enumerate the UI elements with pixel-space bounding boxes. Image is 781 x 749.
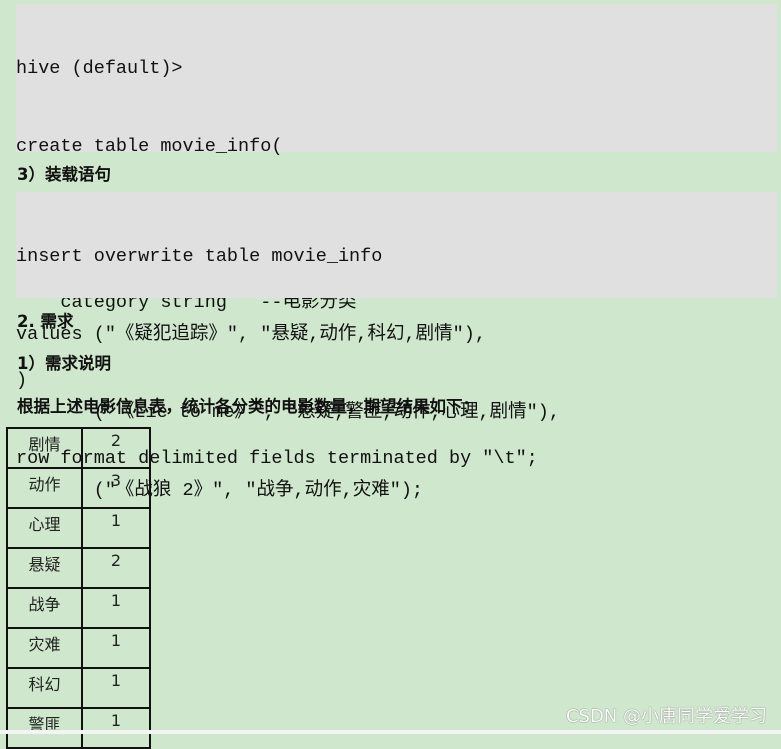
category-cell: 科幻 <box>6 667 83 709</box>
count-cell: 2 <box>81 547 151 589</box>
table-row: 心理 1 <box>6 507 151 549</box>
csdn-watermark: CSDN @小唐同学爱学习 <box>565 706 767 727</box>
table-row: 剧情 2 <box>6 427 151 469</box>
code-block-create-table: hive (default)> create table movie_info(… <box>16 4 777 469</box>
category-cell: 战争 <box>6 587 83 629</box>
table-row: 战争 1 <box>6 587 151 629</box>
table-row: 灾难 1 <box>6 627 151 669</box>
table-row: 科幻 1 <box>6 667 151 709</box>
subsection-heading-requirement-description: 1）需求说明 <box>17 354 111 373</box>
count-cell: 1 <box>81 507 151 549</box>
count-cell: 3 <box>81 467 151 509</box>
category-cell: 动作 <box>6 467 83 509</box>
table-row: 悬疑 2 <box>6 547 151 589</box>
code-line: create table movie_info( <box>16 136 283 157</box>
count-cell: 1 <box>81 627 151 669</box>
code-line: values ("《疑犯追踪》", "悬疑,动作,科幻,剧情"), <box>16 324 486 345</box>
bottom-edge-strip <box>0 730 781 734</box>
table-row: 动作 3 <box>6 467 151 509</box>
count-cell: 1 <box>81 667 151 709</box>
count-cell: 1 <box>81 707 151 749</box>
category-cell: 悬疑 <box>6 547 83 589</box>
count-cell: 2 <box>81 427 151 469</box>
expected-result-table: 剧情 2 动作 3 心理 1 悬疑 2 战争 1 灾难 1 科幻 1 警匪 1 <box>6 427 151 749</box>
section-heading-requirements: 2. 需求 <box>17 312 74 331</box>
category-cell: 灾难 <box>6 627 83 669</box>
code-line: insert overwrite table movie_info <box>16 246 383 267</box>
category-cell: 剧情 <box>6 427 83 469</box>
section-heading-load-statement: 3）装载语句 <box>17 165 111 184</box>
code-block-insert: insert overwrite table movie_info values… <box>16 192 777 501</box>
category-cell: 警匪 <box>6 707 83 749</box>
count-cell: 1 <box>81 587 151 629</box>
code-line: hive (default)> <box>16 58 183 79</box>
category-cell: 心理 <box>6 507 83 549</box>
requirement-description-text: 根据上述电影信息表，统计各分类的电影数量，期望结果如下： <box>17 397 479 416</box>
table-row: 警匪 1 <box>6 707 151 749</box>
